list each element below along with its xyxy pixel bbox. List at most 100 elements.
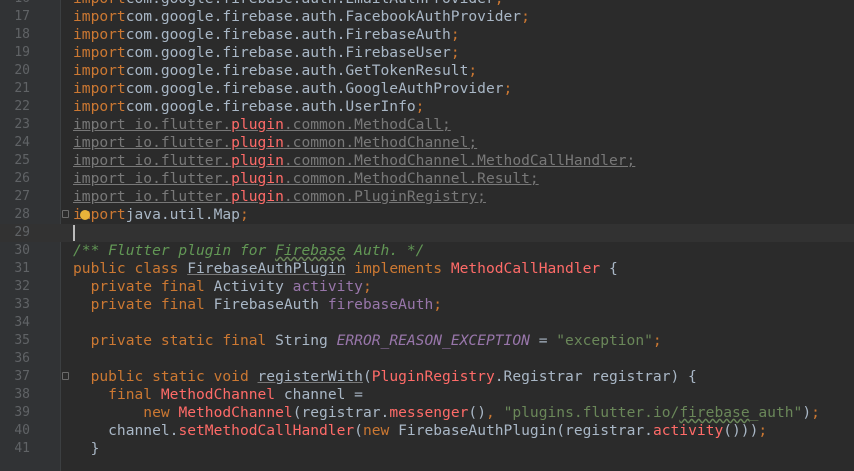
code-line[interactable]: 35 private static final String ERROR_REA… xyxy=(0,332,854,350)
code-token: import io.flutter. xyxy=(73,188,232,205)
line-number: 32 xyxy=(14,279,30,294)
code-text: import io.flutter.plugin.common.MethodCa… xyxy=(73,116,451,134)
code-line[interactable]: 20 importcom.google.firebase.auth.GetToke… xyxy=(0,62,854,80)
code-line[interactable]: 27 import io.flutter.plugin.common.Plugin… xyxy=(0,188,854,206)
code-token: plugin xyxy=(231,134,284,151)
code-token: setMethodCallHandler xyxy=(178,422,355,439)
code-token: Firebase xyxy=(275,242,346,259)
code-token: ; xyxy=(450,44,460,61)
code-token: /** Flutter plugin for xyxy=(73,242,276,259)
code-line[interactable]: 38 final MethodChannel channel = xyxy=(0,386,854,404)
code-token: java.util.Map xyxy=(125,206,240,223)
code-token: ; xyxy=(450,26,460,43)
code-token: "plugins.flutter.io/ xyxy=(503,404,680,421)
code-token: activity xyxy=(292,278,363,295)
lightbulb-icon[interactable] xyxy=(80,210,90,220)
code-line[interactable]: 19 importcom.google.firebase.auth.Firebas… xyxy=(0,44,854,62)
code-token: import io.flutter. xyxy=(73,116,232,133)
code-token: com.google.firebase.auth.FacebookAuthPro… xyxy=(125,8,522,25)
code-token: (registrar. xyxy=(292,404,390,421)
code-token: FirebaseAuthPlugin(registrar. xyxy=(398,422,653,439)
code-line[interactable]: 21 importcom.google.firebase.auth.GoogleA… xyxy=(0,80,854,98)
code-text: import io.flutter.plugin.common.MethodCh… xyxy=(73,170,539,188)
code-text: importcom.google.firebase.auth.FirebaseU… xyxy=(73,44,460,62)
text-caret xyxy=(73,225,75,241)
line-number: 28 xyxy=(14,207,30,222)
code-line[interactable]: 36 xyxy=(0,350,854,368)
code-line[interactable]: 32 private final Activity activity; xyxy=(0,278,854,296)
code-token: PluginRegistry xyxy=(371,368,495,385)
code-token: .common.MethodChannel.MethodCallHandler; xyxy=(283,152,636,169)
code-line[interactable]: 34 xyxy=(0,314,854,332)
code-token: import xyxy=(73,80,126,97)
code-line[interactable]: 26 import io.flutter.plugin.common.Method… xyxy=(0,170,854,188)
code-token: MethodChannel xyxy=(178,404,293,421)
code-token: com.google.firebase.auth.FirebaseAuth xyxy=(125,26,451,43)
code-token: Activity xyxy=(213,278,293,295)
code-line[interactable]: 30 /** Flutter plugin for Firebase Auth. … xyxy=(0,242,854,260)
line-number: 34 xyxy=(14,315,30,330)
line-number: 27 xyxy=(14,189,30,204)
code-token: import xyxy=(73,0,126,7)
code-line[interactable]: 40 channel.setMethodCallHandler(new Fire… xyxy=(0,422,854,440)
code-token: private static final xyxy=(90,332,276,349)
code-token: import xyxy=(73,44,126,61)
code-line[interactable]: 37 public static void registerWith(Plugi… xyxy=(0,368,854,386)
code-token: .Registrar registrar) { xyxy=(494,368,697,385)
code-line[interactable]: 25 import io.flutter.plugin.common.Method… xyxy=(0,152,854,170)
fold-marker-icon[interactable] xyxy=(62,210,69,218)
line-number: 19 xyxy=(14,45,30,60)
code-line[interactable]: 29 xyxy=(0,224,854,242)
code-line[interactable]: 33 private final FirebaseAuth firebaseAu… xyxy=(0,296,854,314)
line-number: 16 xyxy=(0,0,30,8)
code-text: private final FirebaseAuth firebaseAuth; xyxy=(73,296,442,314)
line-number: 21 xyxy=(14,81,30,96)
code-token: ; xyxy=(758,422,768,439)
code-token: ; xyxy=(468,62,478,79)
code-line[interactable]: 24 import io.flutter.plugin.common.Method… xyxy=(0,134,854,152)
code-token: ; xyxy=(415,98,425,115)
line-number: 33 xyxy=(14,297,30,312)
code-text: public static void registerWith(PluginRe… xyxy=(73,368,697,386)
code-token: channel. xyxy=(73,422,179,439)
code-line[interactable]: 16 importcom.google.firebase.auth.EmailAu… xyxy=(0,0,854,8)
code-token: com.google.firebase.auth.GoogleAuthProvi… xyxy=(125,80,504,97)
code-line[interactable]: 39 new MethodChannel(registrar.messenger… xyxy=(0,404,854,422)
code-token: messenger xyxy=(389,404,469,421)
code-line[interactable]: 18 importcom.google.firebase.auth.Firebas… xyxy=(0,26,854,44)
code-token: ( xyxy=(362,368,372,385)
line-number: 26 xyxy=(14,171,30,186)
code-token: String xyxy=(275,332,337,349)
code-text: } xyxy=(73,440,100,458)
code-token: ; xyxy=(652,332,662,349)
code-token: ; xyxy=(503,80,513,97)
code-token: , xyxy=(486,404,504,421)
code-line[interactable]: 22 importcom.google.firebase.auth.UserInf… xyxy=(0,98,854,116)
code-token: registerWith xyxy=(257,368,363,385)
code-token: FirebaseAuthPlugin xyxy=(187,260,346,277)
line-number: 20 xyxy=(14,63,30,78)
line-number: 18 xyxy=(14,27,30,42)
code-text: private static final String ERROR_REASON… xyxy=(73,332,662,350)
code-editor[interactable]: 16importcom.google.firebase.auth.EmailAu… xyxy=(0,0,854,471)
code-line[interactable]: 31 public class FirebaseAuthPlugin implem… xyxy=(0,260,854,278)
code-token: MethodCallHandler xyxy=(450,260,601,277)
line-number: 41 xyxy=(14,441,30,456)
code-text: import io.flutter.plugin.common.MethodCh… xyxy=(73,134,477,152)
code-text: channel.setMethodCallHandler(new Firebas… xyxy=(73,422,767,440)
code-token: implements xyxy=(345,260,451,277)
code-token: import xyxy=(73,98,126,115)
code-token: firebaseAuth xyxy=(327,296,434,313)
code-line[interactable]: 17 importcom.google.firebase.auth.Faceboo… xyxy=(0,8,854,26)
code-token: plugin xyxy=(231,116,284,133)
code-token: com.google.firebase.auth.EmailAuthProvid… xyxy=(126,0,495,7)
code-token: import xyxy=(73,62,126,79)
code-line[interactable]: 23 import io.flutter.plugin.common.Method… xyxy=(0,116,854,134)
code-line[interactable]: 41 } xyxy=(0,440,854,458)
code-text: public class FirebaseAuthPlugin implemen… xyxy=(73,260,618,278)
code-line[interactable]: 28 importjava.util.Map; xyxy=(0,206,854,224)
fold-marker-icon[interactable] xyxy=(62,372,69,380)
code-token: plugin xyxy=(231,188,284,205)
